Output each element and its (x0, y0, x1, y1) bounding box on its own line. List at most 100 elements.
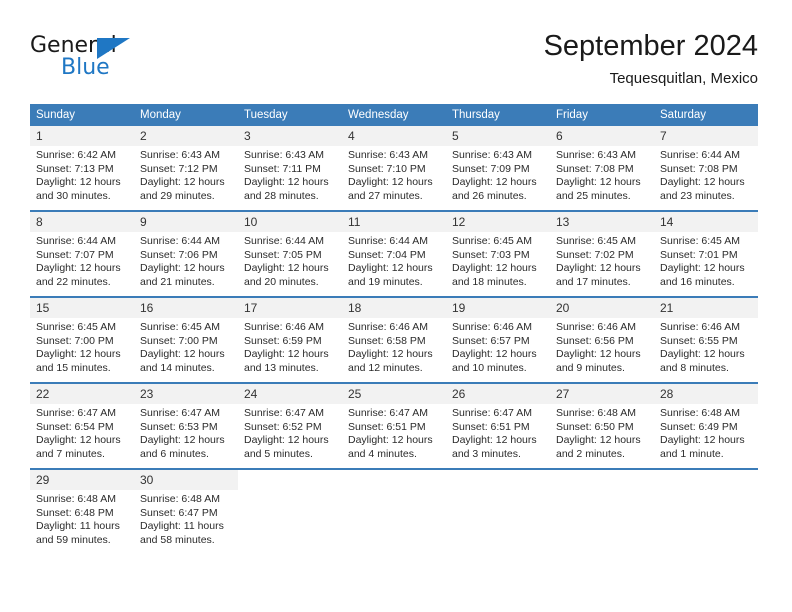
day-cell-inner: 19 Sunrise: 6:46 AM Sunset: 6:57 PM Dayligh… (446, 298, 550, 382)
calendar-day-cell[interactable]: 24 Sunrise: 6:47 AM Sunset: 6:52 PM Dayligh… (238, 382, 342, 469)
sunrise-text: Sunrise: 6:46 AM (244, 321, 324, 333)
daylight-text-line1: Daylight: 12 hours (244, 176, 329, 189)
calendar-week-row: 22 Sunrise: 6:47 AM Sunset: 6:54 PM Dayligh… (30, 382, 758, 469)
daylight-text-line2: and 19 minutes. (348, 275, 423, 288)
day-number: 28 (654, 384, 758, 404)
weekday-header-tuesday: Tuesday (238, 104, 342, 126)
day-cell-inner: 1 Sunrise: 6:42 AM Sunset: 7:13 PM Daylight… (30, 126, 134, 210)
daylight-text-line2: and 3 minutes. (452, 447, 521, 460)
daylight-text-line2: and 15 minutes. (36, 361, 111, 374)
day-number: 4 (342, 126, 446, 146)
sunset-text: Sunset: 7:11 PM (244, 162, 321, 175)
calendar-day-cell[interactable]: 7 Sunrise: 6:44 AM Sunset: 7:08 PM Daylight… (654, 126, 758, 211)
calendar-day-cell[interactable]: 13 Sunrise: 6:45 AM Sunset: 7:02 PM Dayligh… (550, 210, 654, 297)
sunrise-text: Sunrise: 6:44 AM (36, 235, 116, 247)
calendar-day-cell[interactable]: 3 Sunrise: 6:43 AM Sunset: 7:11 PM Daylight… (238, 126, 342, 211)
calendar-day-cell[interactable]: 20 Sunrise: 6:46 AM Sunset: 6:56 PM Dayligh… (550, 296, 654, 383)
day-details: Sunrise: 6:44 AM Sunset: 7:05 PM Daylight:… (238, 232, 342, 289)
daylight-text-line2: and 29 minutes. (140, 189, 215, 202)
daylight-text-line1: Daylight: 12 hours (36, 348, 121, 361)
daylight-text-line1: Daylight: 12 hours (140, 434, 225, 447)
calendar-day-cell[interactable]: 30 Sunrise: 6:48 AM Sunset: 6:47 PM Dayligh… (134, 468, 238, 554)
sunrise-text: Sunrise: 6:46 AM (556, 321, 636, 333)
day-details: Sunrise: 6:48 AM Sunset: 6:48 PM Daylight:… (30, 490, 134, 547)
calendar-day-cell[interactable]: 1 Sunrise: 6:42 AM Sunset: 7:13 PM Daylight… (30, 126, 134, 211)
calendar-day-cell[interactable]: 18 Sunrise: 6:46 AM Sunset: 6:58 PM Dayligh… (342, 296, 446, 383)
sunrise-text: Sunrise: 6:48 AM (660, 407, 740, 419)
calendar-day-cell[interactable]: 6 Sunrise: 6:43 AM Sunset: 7:08 PM Daylight… (550, 126, 654, 211)
calendar-day-cell[interactable]: 15 Sunrise: 6:45 AM Sunset: 7:00 PM Dayligh… (30, 296, 134, 383)
sunset-text: Sunset: 7:04 PM (348, 248, 426, 261)
sunrise-text: Sunrise: 6:42 AM (36, 149, 116, 161)
day-details: Sunrise: 6:45 AM Sunset: 7:00 PM Daylight:… (134, 318, 238, 375)
day-cell-inner: 24 Sunrise: 6:47 AM Sunset: 6:52 PM Dayligh… (238, 384, 342, 468)
calendar-day-cell[interactable]: 4 Sunrise: 6:43 AM Sunset: 7:10 PM Daylight… (342, 126, 446, 211)
calendar-day-cell[interactable]: 27 Sunrise: 6:48 AM Sunset: 6:50 PM Dayligh… (550, 382, 654, 469)
day-number (342, 470, 446, 490)
sunset-text: Sunset: 7:13 PM (36, 162, 114, 175)
calendar-day-cell[interactable]: 22 Sunrise: 6:47 AM Sunset: 6:54 PM Dayligh… (30, 382, 134, 469)
calendar-day-cell[interactable]: 23 Sunrise: 6:47 AM Sunset: 6:53 PM Dayligh… (134, 382, 238, 469)
day-details: Sunrise: 6:47 AM Sunset: 6:51 PM Daylight:… (446, 404, 550, 461)
calendar-day-cell[interactable]: 28 Sunrise: 6:48 AM Sunset: 6:49 PM Dayligh… (654, 382, 758, 469)
calendar-day-cell[interactable]: 29 Sunrise: 6:48 AM Sunset: 6:48 PM Dayligh… (30, 468, 134, 554)
day-details: Sunrise: 6:47 AM Sunset: 6:53 PM Daylight:… (134, 404, 238, 461)
calendar-day-cell[interactable]: 14 Sunrise: 6:45 AM Sunset: 7:01 PM Dayligh… (654, 210, 758, 297)
sunset-text: Sunset: 7:06 PM (140, 248, 218, 261)
calendar-day-cell[interactable]: 10 Sunrise: 6:44 AM Sunset: 7:05 PM Dayligh… (238, 210, 342, 297)
daylight-text-line2: and 59 minutes. (36, 533, 111, 546)
day-details: Sunrise: 6:45 AM Sunset: 7:00 PM Daylight:… (30, 318, 134, 375)
day-details: Sunrise: 6:46 AM Sunset: 6:59 PM Daylight:… (238, 318, 342, 375)
calendar-day-cell[interactable]: 16 Sunrise: 6:45 AM Sunset: 7:00 PM Dayligh… (134, 296, 238, 383)
day-number: 13 (550, 212, 654, 232)
calendar-day-cell[interactable]: 2 Sunrise: 6:43 AM Sunset: 7:12 PM Daylight… (134, 126, 238, 211)
calendar-day-cell[interactable]: 9 Sunrise: 6:44 AM Sunset: 7:06 PM Daylight… (134, 210, 238, 297)
daylight-text-line2: and 16 minutes. (660, 275, 735, 288)
calendar-day-cell[interactable]: 21 Sunrise: 6:46 AM Sunset: 6:55 PM Dayligh… (654, 296, 758, 383)
calendar-day-cell[interactable]: 17 Sunrise: 6:46 AM Sunset: 6:59 PM Dayligh… (238, 296, 342, 383)
sunrise-text: Sunrise: 6:45 AM (140, 321, 220, 333)
day-number: 25 (342, 384, 446, 404)
sunset-text: Sunset: 6:49 PM (660, 420, 738, 433)
sunset-text: Sunset: 7:01 PM (660, 248, 738, 261)
calendar-day-cell[interactable]: 19 Sunrise: 6:46 AM Sunset: 6:57 PM Dayligh… (446, 296, 550, 383)
day-details: Sunrise: 6:43 AM Sunset: 7:11 PM Daylight:… (238, 146, 342, 203)
day-cell-inner: 4 Sunrise: 6:43 AM Sunset: 7:10 PM Daylight… (342, 126, 446, 210)
general-blue-logo[interactable]: General Blue (30, 34, 150, 86)
daylight-text-line2: and 58 minutes. (140, 533, 215, 546)
day-cell-inner: 25 Sunrise: 6:47 AM Sunset: 6:51 PM Dayligh… (342, 384, 446, 468)
daylight-text-line2: and 10 minutes. (452, 361, 527, 374)
sunset-text: Sunset: 6:59 PM (244, 334, 322, 347)
sunset-text: Sunset: 6:50 PM (556, 420, 634, 433)
day-cell-inner: 13 Sunrise: 6:45 AM Sunset: 7:02 PM Dayligh… (550, 212, 654, 296)
title-block: September 2024 Tequesquitlan, Mexico (544, 28, 758, 90)
sunset-text: Sunset: 7:10 PM (348, 162, 426, 175)
sunrise-text: Sunrise: 6:47 AM (348, 407, 428, 419)
calendar-day-cell[interactable]: 12 Sunrise: 6:45 AM Sunset: 7:03 PM Dayligh… (446, 210, 550, 297)
daylight-text-line1: Daylight: 12 hours (660, 434, 745, 447)
sunset-text: Sunset: 6:51 PM (348, 420, 426, 433)
daylight-text-line1: Daylight: 12 hours (244, 434, 329, 447)
calendar-day-cell[interactable]: 26 Sunrise: 6:47 AM Sunset: 6:51 PM Dayligh… (446, 382, 550, 469)
sunrise-text: Sunrise: 6:45 AM (36, 321, 116, 333)
sunrise-text: Sunrise: 6:44 AM (660, 149, 740, 161)
calendar-day-cell[interactable]: 8 Sunrise: 6:44 AM Sunset: 7:07 PM Daylight… (30, 210, 134, 297)
day-cell-inner: 12 Sunrise: 6:45 AM Sunset: 7:03 PM Dayligh… (446, 212, 550, 296)
sunrise-text: Sunrise: 6:47 AM (244, 407, 324, 419)
day-details: Sunrise: 6:47 AM Sunset: 6:52 PM Daylight:… (238, 404, 342, 461)
daylight-text-line2: and 30 minutes. (36, 189, 111, 202)
day-details: Sunrise: 6:43 AM Sunset: 7:09 PM Daylight:… (446, 146, 550, 203)
day-cell-inner (654, 470, 758, 554)
day-cell-inner: 28 Sunrise: 6:48 AM Sunset: 6:49 PM Dayligh… (654, 384, 758, 468)
day-cell-inner: 30 Sunrise: 6:48 AM Sunset: 6:47 PM Dayligh… (134, 470, 238, 554)
calendar-day-cell[interactable]: 5 Sunrise: 6:43 AM Sunset: 7:09 PM Daylight… (446, 126, 550, 211)
daylight-text-line2: and 25 minutes. (556, 189, 631, 202)
calendar-day-cell[interactable]: 11 Sunrise: 6:44 AM Sunset: 7:04 PM Dayligh… (342, 210, 446, 297)
day-details: Sunrise: 6:46 AM Sunset: 6:58 PM Daylight:… (342, 318, 446, 375)
calendar-empty-cell (342, 468, 446, 554)
day-number: 15 (30, 298, 134, 318)
sunset-text: Sunset: 6:58 PM (348, 334, 426, 347)
daylight-text-line1: Daylight: 12 hours (660, 262, 745, 275)
calendar-day-cell[interactable]: 25 Sunrise: 6:47 AM Sunset: 6:51 PM Dayligh… (342, 382, 446, 469)
page-header: General Blue September 2024 Tequesquitla… (30, 28, 758, 94)
